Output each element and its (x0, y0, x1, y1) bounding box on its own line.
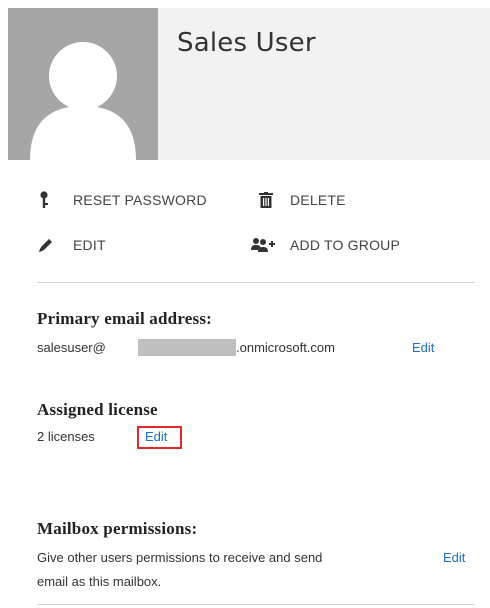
redacted-block (138, 339, 236, 356)
license-count: 2 licenses (37, 429, 95, 444)
edit-label: EDIT (73, 237, 106, 253)
primary-email-title: Primary email address: (37, 309, 212, 328)
mailbox-description-line1: Give other users permissions to receive … (37, 550, 323, 565)
add-group-icon (250, 235, 276, 255)
email-prefix: salesuser@ (37, 340, 106, 355)
delete-button[interactable]: DELETE (258, 190, 346, 210)
bottom-divider (37, 604, 475, 605)
person-silhouette-icon (8, 8, 158, 160)
pencil-icon (37, 235, 55, 255)
assigned-license-title: Assigned license (37, 400, 158, 419)
edit-button[interactable]: EDIT (37, 235, 106, 255)
divider (37, 282, 475, 283)
reset-password-button[interactable]: RESET PASSWORD (37, 190, 207, 210)
key-icon (37, 190, 51, 210)
primary-email-row: salesuser@ (37, 340, 106, 355)
email-edit-wrap: Edit (412, 340, 434, 355)
license-edit-link[interactable]: Edit (145, 429, 167, 444)
mailbox-edit-link[interactable]: Edit (443, 550, 465, 565)
delete-label: DELETE (290, 192, 346, 208)
mailbox-permissions-title: Mailbox permissions: (37, 519, 198, 538)
email-edit-link[interactable]: Edit (412, 340, 434, 355)
add-to-group-button[interactable]: ADD TO GROUP (250, 235, 400, 255)
reset-password-label: RESET PASSWORD (73, 192, 207, 208)
email-suffix: .onmicrosoft.com (236, 340, 335, 355)
license-edit-wrap: Edit (145, 429, 167, 444)
email-suffix-row: .onmicrosoft.com (236, 340, 335, 355)
user-display-name: Sales User (177, 28, 316, 58)
user-details-panel: Sales User RESET PASSWORD DELETE EDIT AD… (0, 0, 490, 608)
add-to-group-label: ADD TO GROUP (290, 237, 401, 253)
trash-icon (258, 190, 274, 210)
mailbox-description-line2: email as this mailbox. (37, 574, 162, 589)
mailbox-edit-wrap: Edit (443, 550, 465, 565)
